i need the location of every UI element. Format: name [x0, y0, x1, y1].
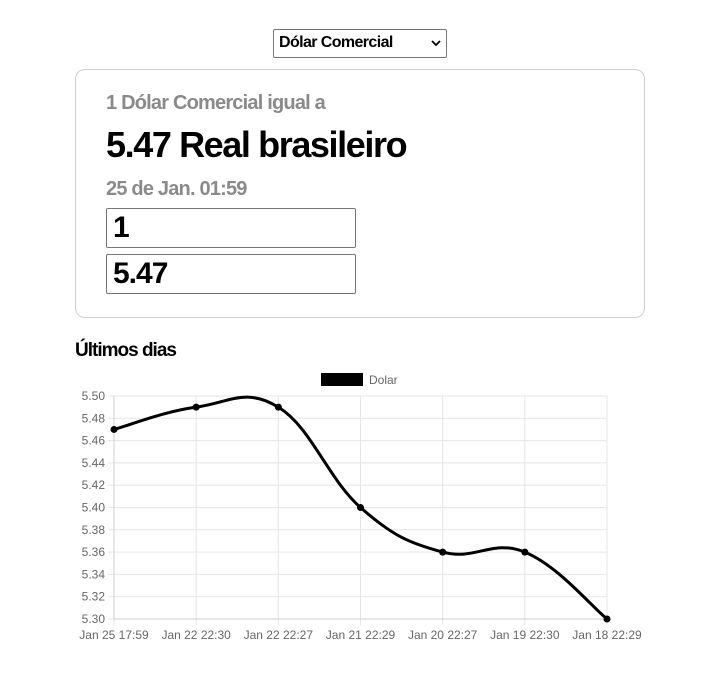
- y-tick-label: 5.44: [82, 456, 106, 470]
- history-line-chart: 5.50 5.48 5.46 5.44 5.42 5.40 5.38 5.36 5.34 5.32…: [79, 373, 642, 642]
- y-tick-label: 5.40: [82, 501, 106, 515]
- y-tick-label: 5.30: [82, 612, 106, 626]
- y-tick-label: 5.34: [82, 567, 106, 581]
- conversion-subtitle: 1 Dólar Comercial igual a: [106, 92, 326, 114]
- x-tick-label: Jan 25 17:59: [79, 628, 149, 642]
- conversion-card: 1 Dólar Comercial igual a 5.47 Real bras…: [75, 69, 645, 318]
- y-tick-label: 5.32: [82, 590, 106, 604]
- x-tick-label: Jan 22 22:27: [244, 628, 314, 642]
- conversion-date: 25 de Jan. 01:59: [106, 178, 247, 200]
- data-point: [357, 504, 364, 511]
- amount-to-input[interactable]: 5.47: [106, 254, 356, 294]
- y-tick-label: 5.36: [82, 545, 106, 559]
- data-point: [274, 403, 282, 411]
- x-tick-label: Jan 22 22:30: [161, 628, 231, 642]
- x-tick-label: Jan 20 22:27: [408, 628, 478, 642]
- y-tick-label: 5.50: [82, 389, 106, 403]
- legend-swatch: [321, 373, 363, 386]
- data-point: [110, 425, 118, 433]
- chevron-down-icon: [431, 40, 441, 47]
- x-tick-label: Jan 19 22:30: [490, 628, 560, 642]
- currency-select[interactable]: Dólar Comercial: [273, 29, 447, 58]
- currency-select-value: Dólar Comercial: [279, 34, 393, 51]
- amount-from-input[interactable]: 1: [106, 208, 356, 248]
- y-tick-label: 5.48: [82, 411, 106, 425]
- x-tick-label: Jan 18 22:29: [572, 628, 642, 642]
- data-point: [603, 615, 611, 623]
- conversion-result: 5.47 Real brasileiro: [106, 124, 408, 165]
- data-point: [192, 403, 200, 411]
- data-point: [521, 548, 529, 556]
- y-tick-label: 5.38: [82, 523, 106, 537]
- x-tick-label: Jan 21 22:29: [326, 628, 396, 642]
- data-point: [439, 548, 447, 556]
- section-title-last-days: Últimos dias: [75, 340, 177, 361]
- y-tick-label: 5.42: [82, 478, 106, 492]
- y-tick-label: 5.46: [82, 434, 106, 448]
- legend-label: Dolar: [369, 373, 398, 387]
